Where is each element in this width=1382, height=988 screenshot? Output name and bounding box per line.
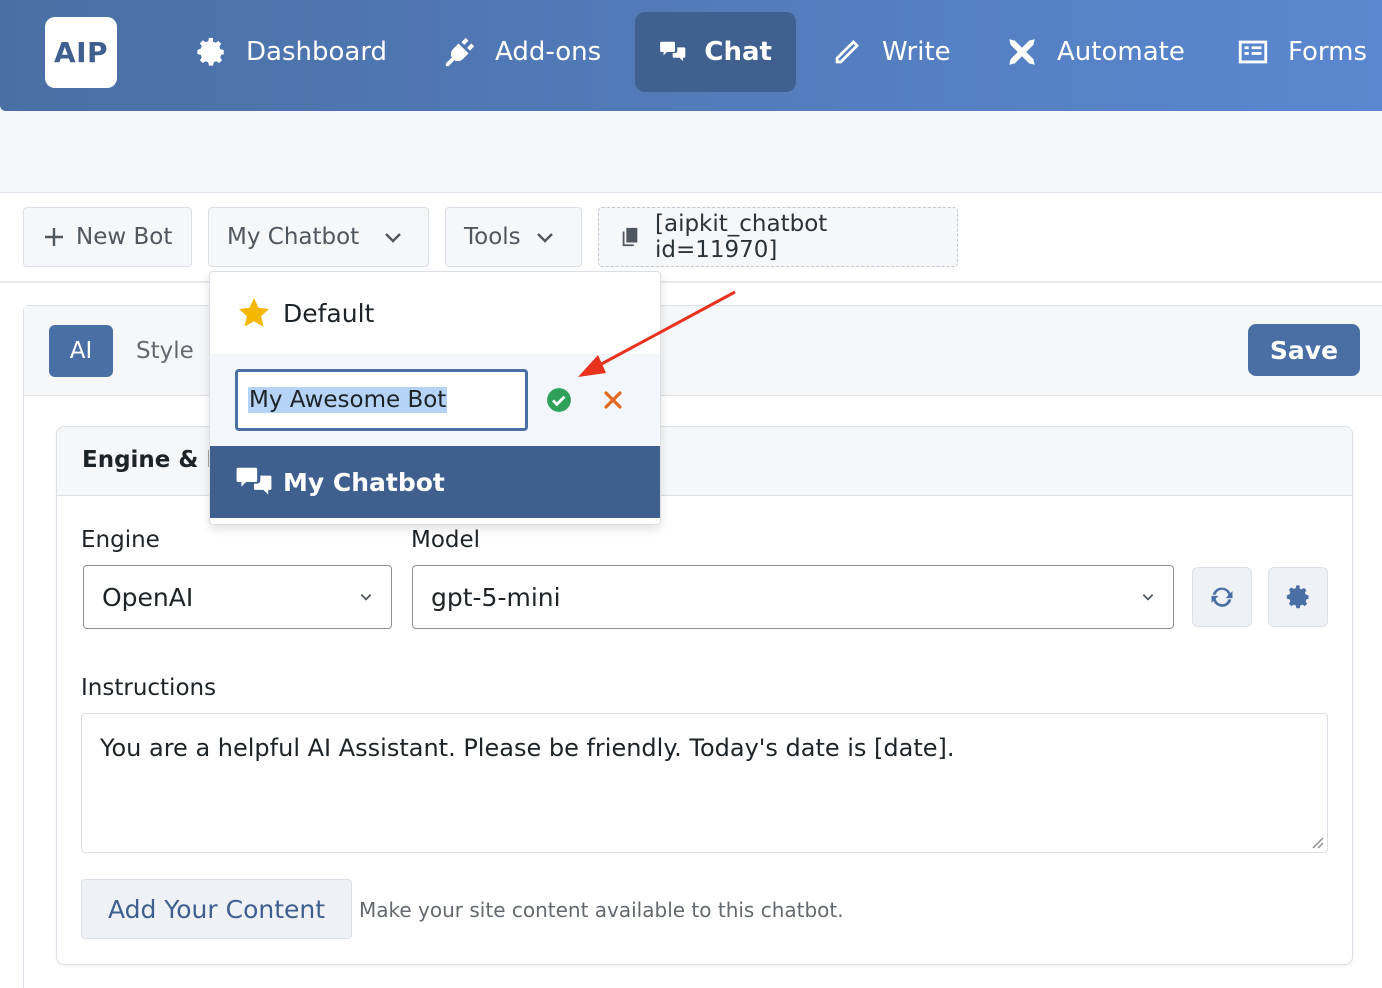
cancel-x-icon[interactable] bbox=[603, 390, 623, 410]
resize-handle-icon[interactable] bbox=[1310, 835, 1324, 849]
new-bot-label: New Bot bbox=[76, 224, 173, 250]
engine-select[interactable]: OpenAI bbox=[83, 565, 392, 629]
app-logo[interactable]: AIP bbox=[45, 17, 117, 88]
tab-style[interactable]: Style bbox=[136, 325, 194, 377]
bot-select-label: My Chatbot bbox=[227, 224, 360, 250]
annotation-arrow bbox=[578, 290, 736, 377]
save-button[interactable]: Save bbox=[1248, 324, 1360, 376]
chevron-down-icon bbox=[1142, 594, 1154, 601]
dropdown-active-label: My Chatbot bbox=[283, 467, 445, 497]
tab-ai[interactable]: AI bbox=[49, 325, 113, 377]
model-settings-button[interactable] bbox=[1268, 567, 1328, 627]
plus-icon bbox=[45, 228, 63, 246]
nav-chat-label: Chat bbox=[704, 37, 772, 67]
nav-dashboard[interactable]: Dashboard bbox=[194, 12, 387, 92]
confirm-check-icon[interactable] bbox=[546, 387, 572, 413]
divider bbox=[0, 281, 1382, 283]
nav-dashboard-label: Dashboard bbox=[246, 37, 388, 67]
model-select[interactable]: gpt-5-mini bbox=[412, 565, 1174, 629]
nav-addons[interactable]: Add-ons bbox=[443, 12, 601, 92]
form-icon bbox=[1238, 40, 1268, 64]
header-band bbox=[0, 111, 1382, 193]
instructions-text: You are a helpful AI Assistant. Please b… bbox=[100, 734, 955, 762]
new-bot-button[interactable]: New Bot bbox=[23, 207, 192, 267]
shortcode-text: [aipkit_chatbot id=11970] bbox=[655, 211, 828, 263]
chevron-down-icon bbox=[385, 233, 402, 243]
nav-write-label: Write bbox=[882, 37, 951, 67]
dropdown-item-my-chatbot[interactable]: My Chatbot bbox=[210, 446, 660, 518]
pencil-icon bbox=[835, 39, 860, 64]
add-content-hint: Make your site content available to this… bbox=[359, 898, 844, 922]
plug-icon bbox=[445, 37, 475, 67]
bot-select-dropdown[interactable]: My Chatbot bbox=[208, 207, 429, 267]
model-value: gpt-5-mini bbox=[431, 582, 561, 612]
engine-label: Engine bbox=[81, 527, 160, 553]
shortcode-copy[interactable]: [aipkit_chatbot id=11970] bbox=[598, 207, 958, 267]
nav-automate[interactable]: Automate bbox=[1005, 12, 1185, 92]
nav-forms-label: Forms bbox=[1288, 37, 1368, 67]
instructions-label: Instructions bbox=[81, 675, 217, 701]
dropdown-default-label: Default bbox=[283, 298, 375, 328]
card-title: Engine & M bbox=[82, 447, 230, 473]
nav-write[interactable]: Write bbox=[830, 12, 951, 92]
top-navigation: AIP Dashboard Add-ons Chat Write Automat… bbox=[0, 0, 1382, 111]
nav-automate-label: Automate bbox=[1057, 37, 1185, 67]
nav-forms[interactable]: Forms bbox=[1236, 12, 1367, 92]
model-label: Model bbox=[411, 527, 481, 553]
copy-icon bbox=[622, 227, 638, 247]
engine-value: OpenAI bbox=[102, 582, 194, 612]
plane-icon bbox=[1009, 39, 1035, 65]
tools-label: Tools bbox=[464, 224, 521, 250]
nav-addons-label: Add-ons bbox=[495, 37, 602, 67]
rename-bot-value: My Awesome Bot bbox=[248, 387, 448, 413]
chat-bubbles-icon bbox=[236, 467, 272, 495]
nav-chat[interactable]: Chat bbox=[635, 12, 796, 92]
gear-icon bbox=[1286, 585, 1310, 609]
star-icon bbox=[239, 298, 269, 327]
instructions-textarea[interactable]: You are a helpful AI Assistant. Please b… bbox=[81, 713, 1328, 853]
refresh-models-button[interactable] bbox=[1192, 567, 1252, 627]
chevron-down-icon bbox=[360, 594, 372, 601]
chevron-down-icon bbox=[536, 233, 553, 243]
add-your-content-button[interactable]: Add Your Content bbox=[81, 879, 352, 939]
rename-bot-input[interactable]: My Awesome Bot bbox=[235, 369, 528, 431]
tools-dropdown[interactable]: Tools bbox=[445, 207, 582, 267]
chat-bubbles-icon bbox=[660, 41, 686, 62]
gear-icon bbox=[197, 37, 225, 66]
refresh-icon bbox=[1211, 587, 1233, 607]
